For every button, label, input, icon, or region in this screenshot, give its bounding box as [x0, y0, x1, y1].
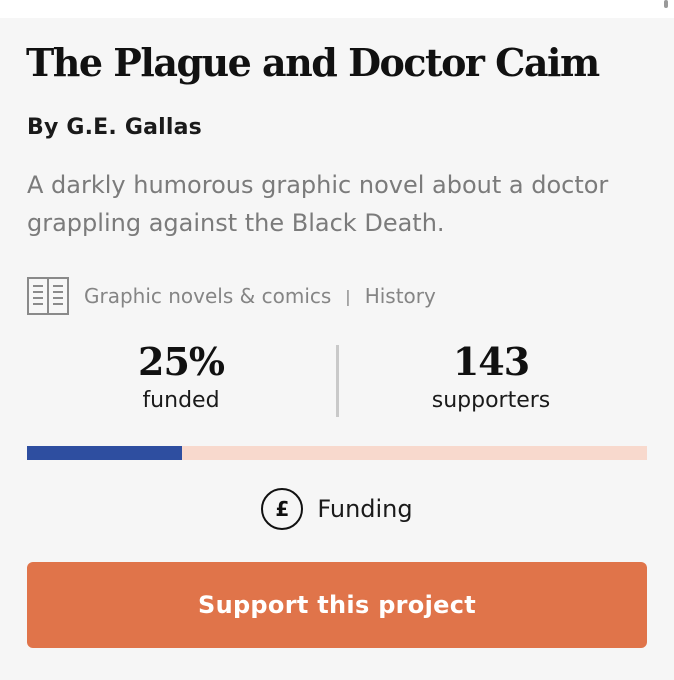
funding-progress-fill	[27, 446, 182, 460]
stats-divider	[336, 345, 339, 417]
category-separator: |	[345, 286, 351, 306]
category-link-graphic-novels[interactable]: Graphic novels & comics	[84, 284, 331, 308]
supporters-label: supporters	[431, 388, 551, 413]
project-description: A darkly humorous graphic novel about a …	[27, 171, 609, 237]
scrollbar-thumb[interactable]	[664, 0, 668, 8]
open-book-icon	[27, 277, 69, 315]
funded-label: funded	[142, 388, 220, 413]
funding-status: £ Funding	[0, 486, 674, 532]
funded-percent: 25%	[138, 339, 225, 384]
project-title: The Plague and Doctor Caim	[26, 40, 600, 85]
supporters-count: 143	[452, 339, 530, 384]
funded-stat: 25% funded	[81, 338, 281, 416]
support-project-button[interactable]: Support this project	[27, 562, 647, 648]
category-row: Graphic novels & comics | History	[26, 274, 436, 318]
category-link-history[interactable]: History	[365, 284, 436, 308]
project-author[interactable]: By G.E. Gallas	[27, 115, 202, 140]
funding-status-label: Funding	[317, 495, 413, 523]
top-strip	[0, 0, 674, 18]
supporters-stat: 143 supporters	[391, 338, 591, 416]
funding-progress-bar	[27, 446, 647, 460]
pound-icon: £	[261, 488, 304, 530]
